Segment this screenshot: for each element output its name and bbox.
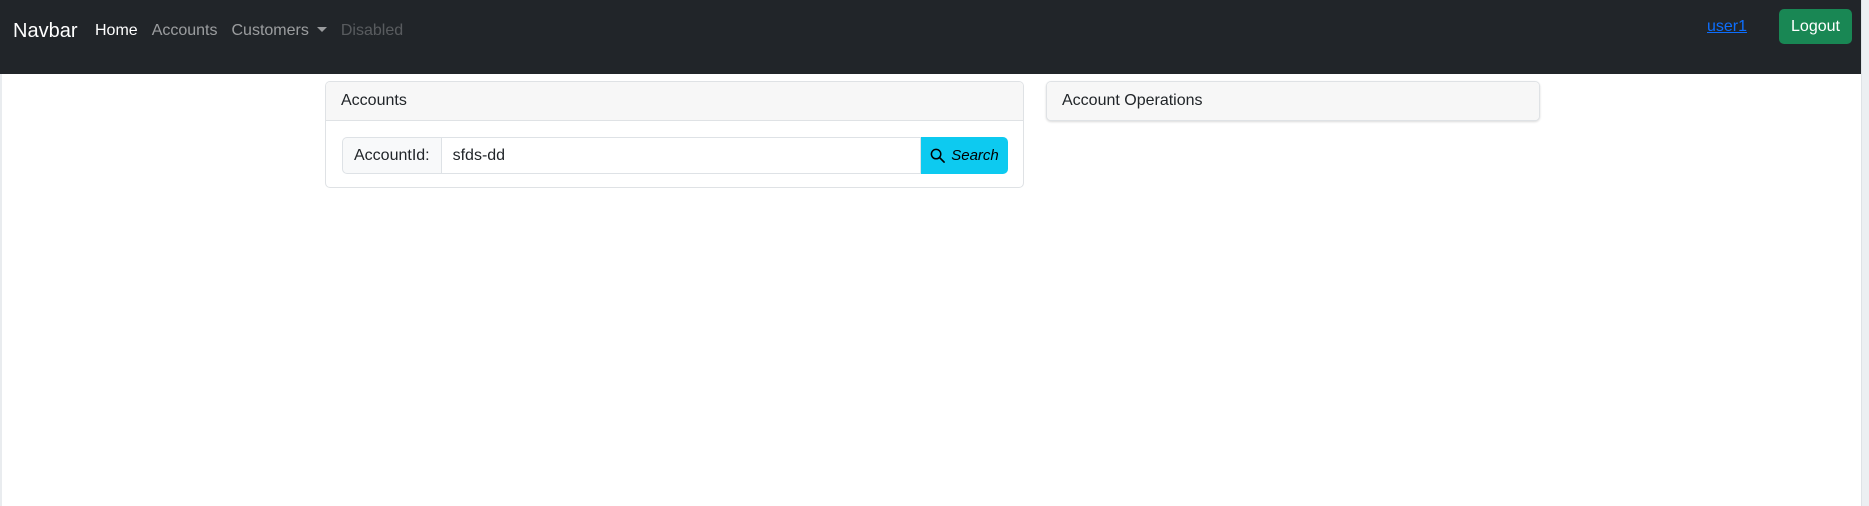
nav-item-customers-dropdown[interactable]: Customers <box>232 22 327 40</box>
app-window: Navbar Home Accounts Customers Disabled … <box>0 0 1869 506</box>
nav-item-home[interactable]: Home <box>95 22 138 40</box>
search-icon <box>930 148 946 163</box>
account-operations-card: Account Operations <box>1046 81 1540 121</box>
accounts-card-header: Accounts <box>326 82 1023 121</box>
accounts-card: Accounts AccountId: Search <box>325 81 1024 188</box>
account-operations-header: Account Operations <box>1047 82 1539 120</box>
account-id-input[interactable] <box>440 137 921 174</box>
logout-button[interactable]: Logout <box>1779 9 1852 44</box>
account-id-label: AccountId: <box>342 137 441 174</box>
nav-item-accounts[interactable]: Accounts <box>152 22 218 40</box>
search-button-label: Search <box>951 147 999 164</box>
top-navbar: Navbar Home Accounts Customers Disabled … <box>0 0 1862 74</box>
nav-item-customers-label: Customers <box>231 22 309 39</box>
nav-item-disabled: Disabled <box>340 22 404 39</box>
nav-links: Home Accounts Customers Disabled <box>95 22 403 40</box>
search-button[interactable]: Search <box>921 137 1008 174</box>
navbar-brand[interactable]: Navbar <box>13 20 77 43</box>
caret-down-icon <box>316 27 327 32</box>
user-link[interactable]: user1 <box>1707 18 1747 36</box>
account-search-group: AccountId: Search <box>342 137 1008 174</box>
